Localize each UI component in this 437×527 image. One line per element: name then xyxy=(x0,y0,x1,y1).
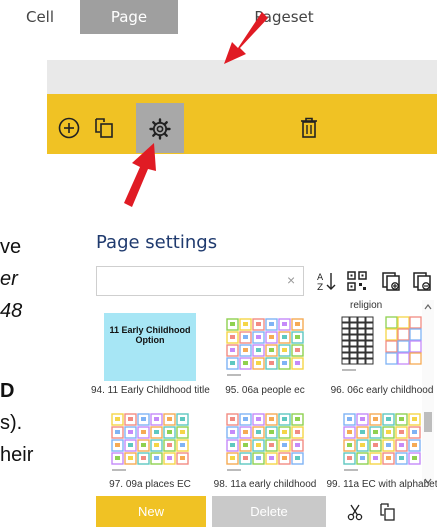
add-page-above-icon[interactable] xyxy=(380,270,402,292)
cropped-text-5: s). xyxy=(0,412,23,434)
tile-label: 97. 09a places EC xyxy=(109,479,191,490)
tile-thumb-title: 11 Early Childhood Option xyxy=(109,325,191,345)
new-page-button[interactable]: New xyxy=(96,496,206,527)
cropped-text-4: D xyxy=(0,380,15,402)
scroll-up-icon[interactable] xyxy=(424,304,432,310)
clear-search-icon[interactable]: × xyxy=(287,272,295,288)
cut-icon[interactable] xyxy=(346,503,364,521)
tab-cell[interactable]: Cell xyxy=(0,0,80,34)
arrow-icon-top xyxy=(224,12,268,64)
symbol-grid-image xyxy=(111,413,189,471)
svg-text:Z: Z xyxy=(317,283,323,292)
page-tile-98[interactable] xyxy=(219,408,311,476)
delete-page-icon[interactable] xyxy=(299,116,319,140)
add-page-icon[interactable] xyxy=(58,117,80,139)
page-tile-96[interactable] xyxy=(336,313,428,381)
search-input[interactable] xyxy=(96,266,304,296)
tile-label: 99. 11a EC with alphabet xyxy=(326,479,437,490)
tab-page[interactable]: Page xyxy=(80,0,178,34)
cropped-text-1: ve xyxy=(0,236,22,258)
symbol-grid-image xyxy=(341,316,422,371)
gear-icon xyxy=(149,118,171,140)
cropped-text-3: 48 xyxy=(0,300,23,322)
page-tile-99[interactable] xyxy=(336,408,428,476)
qr-code-icon[interactable] xyxy=(346,270,368,292)
religion-label: religion xyxy=(350,300,383,311)
tile-label: 94. 11 Early Childhood title xyxy=(91,385,210,396)
svg-text:A: A xyxy=(317,273,324,283)
page-tile-95[interactable] xyxy=(219,313,311,381)
sort-az-icon[interactable]: A Z xyxy=(315,270,337,292)
page-settings-title: Page settings xyxy=(96,232,218,253)
tab-pageset[interactable]: Pageset xyxy=(178,0,390,34)
delete-page-button[interactable]: Delete xyxy=(212,496,326,527)
copy-page-icon[interactable] xyxy=(92,116,116,140)
cropped-text-2: er xyxy=(0,268,18,290)
symbol-grid-image xyxy=(343,413,421,471)
paste-copy-icon[interactable] xyxy=(378,502,396,522)
tile-label: 96. 06c early childhood xyxy=(330,385,434,396)
symbol-grid-image xyxy=(226,413,304,471)
page-tile-94[interactable]: 11 Early Childhood Option xyxy=(104,313,196,381)
tile-label: 95. 06a people ec xyxy=(225,385,305,396)
cropped-text-6: heir xyxy=(0,444,34,466)
arrow-icon-bottom xyxy=(124,143,156,207)
tile-label: 98. 11a early childhood xyxy=(213,479,317,490)
add-page-below-icon[interactable] xyxy=(411,270,433,292)
page-tile-97[interactable] xyxy=(104,408,196,476)
symbol-grid-image xyxy=(226,318,304,376)
